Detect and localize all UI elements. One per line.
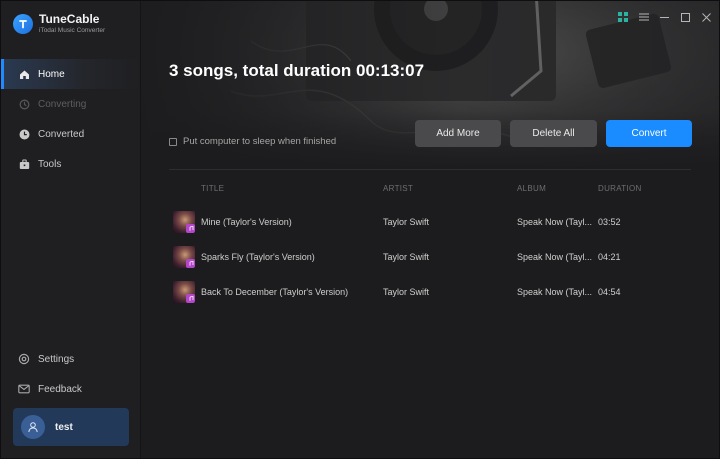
sidebar-bottom-nav: Settings Feedback <box>1 344 140 404</box>
sidebar-item-converted[interactable]: Converted <box>1 119 140 149</box>
user-icon <box>28 422 38 433</box>
song-title: Sparks Fly (Taylor's Version) <box>201 252 315 262</box>
song-artist: Taylor Swift <box>383 287 430 297</box>
table-header: TITLE ARTIST ALBUM DURATION <box>169 169 691 205</box>
column-header-album[interactable]: ALBUM <box>517 184 546 193</box>
toolbox-icon <box>18 158 30 170</box>
window-controls <box>612 9 717 25</box>
music-source-icon <box>186 224 195 233</box>
column-header-artist[interactable]: ARTIST <box>383 184 413 193</box>
song-artist: Taylor Swift <box>383 217 430 227</box>
sidebar-item-converting: Converting <box>1 89 140 119</box>
app-name: TuneCable <box>39 12 100 26</box>
clock-icon <box>18 128 30 140</box>
user-name: test <box>55 421 73 433</box>
song-duration: 04:21 <box>598 252 621 262</box>
home-icon <box>18 68 30 80</box>
song-artist: Taylor Swift <box>383 252 430 262</box>
song-album: Speak Now (Tayl... <box>517 287 593 297</box>
song-duration: 03:52 <box>598 217 621 227</box>
add-more-button[interactable]: Add More <box>415 120 501 147</box>
app-subtitle: iTodal Music Converter <box>39 27 106 34</box>
gear-icon <box>18 353 30 365</box>
mail-icon <box>18 383 30 395</box>
avatar <box>21 415 45 439</box>
grid-icon[interactable] <box>612 9 633 25</box>
album-art-thumbnail <box>173 246 195 268</box>
music-source-icon <box>186 294 195 303</box>
sidebar-item-label: Feedback <box>38 383 82 395</box>
song-title: Back To December (Taylor's Version) <box>201 287 349 297</box>
song-album: Speak Now (Tayl... <box>517 252 593 262</box>
sidebar-item-label: Tools <box>38 158 62 170</box>
album-art-thumbnail <box>173 211 195 233</box>
sidebar-item-tools[interactable]: Tools <box>1 149 140 179</box>
user-account-card[interactable]: test <box>13 408 129 446</box>
sidebar-item-feedback[interactable]: Feedback <box>1 374 140 404</box>
sleep-checkbox-label: Put computer to sleep when finished <box>183 136 337 147</box>
sidebar-item-label: Settings <box>38 353 75 365</box>
column-header-title[interactable]: TITLE <box>201 184 224 193</box>
song-album: Speak Now (Tayl... <box>517 217 593 227</box>
song-duration: 04:54 <box>598 287 621 297</box>
column-header-duration[interactable]: DURATION <box>598 184 642 193</box>
tunecable-logo-icon <box>13 14 33 34</box>
app-window: TuneCable iTodal Music Converter Home Co… <box>0 0 720 459</box>
maximize-icon[interactable] <box>675 9 696 25</box>
album-art-thumbnail <box>173 281 195 303</box>
sidebar-item-settings[interactable]: Settings <box>1 344 140 374</box>
music-source-icon <box>186 259 195 268</box>
sidebar: TuneCable iTodal Music Converter Home Co… <box>1 1 141 458</box>
sidebar-item-label: Converting <box>38 98 87 110</box>
converting-icon <box>18 98 30 110</box>
sidebar-item-label: Converted <box>38 128 85 140</box>
delete-all-button[interactable]: Delete All <box>510 120 597 147</box>
minimize-icon[interactable] <box>654 9 675 25</box>
menu-icon[interactable] <box>633 9 654 25</box>
close-icon[interactable] <box>696 9 717 25</box>
table-row[interactable]: Back To December (Taylor's Version) Tayl… <box>169 275 691 310</box>
main-panel: 3 songs, total duration 00:13:07 Put com… <box>141 1 719 458</box>
songs-summary-title: 3 songs, total duration 00:13:07 <box>169 61 425 80</box>
sidebar-nav: Home Converting Converted Tools <box>1 59 140 179</box>
sleep-checkbox[interactable] <box>169 137 177 146</box>
table-row[interactable]: Sparks Fly (Taylor's Version) Taylor Swi… <box>169 240 691 275</box>
sidebar-item-home[interactable]: Home <box>1 59 140 89</box>
sidebar-item-label: Home <box>38 68 65 80</box>
brand: TuneCable iTodal Music Converter <box>13 13 105 35</box>
song-title: Mine (Taylor's Version) <box>201 217 292 227</box>
sleep-when-finished-option[interactable]: Put computer to sleep when finished <box>169 136 336 147</box>
convert-button[interactable]: Convert <box>606 120 692 147</box>
table-row[interactable]: Mine (Taylor's Version) Taylor Swift Spe… <box>169 205 691 240</box>
song-table: TITLE ARTIST ALBUM DURATION Mine (Taylor… <box>169 169 691 310</box>
